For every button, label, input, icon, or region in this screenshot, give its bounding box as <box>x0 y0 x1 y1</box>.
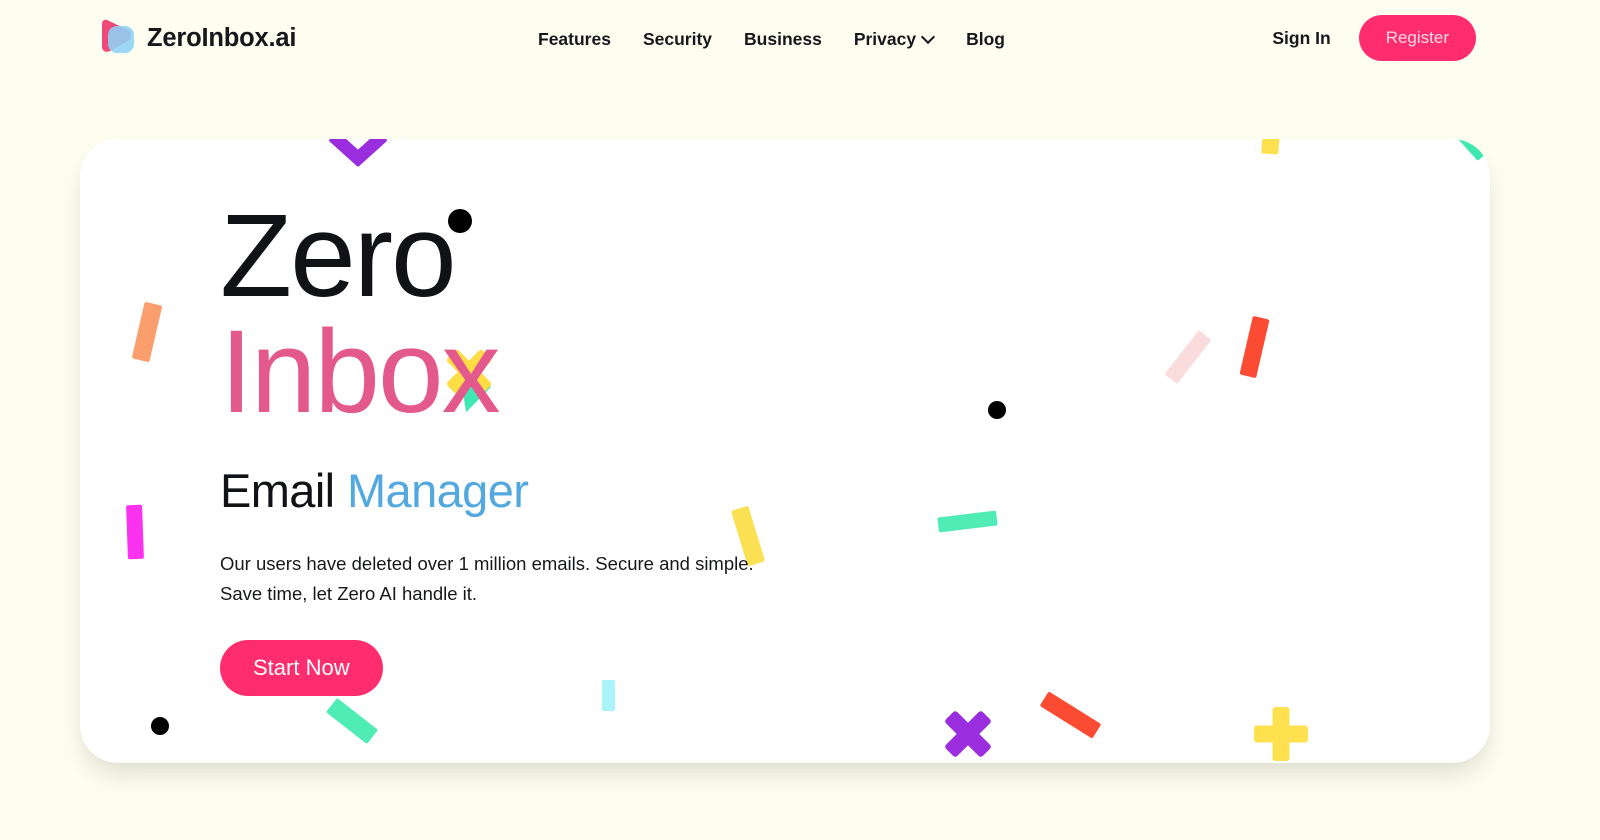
nav-item-blog[interactable]: Blog <box>950 25 1021 53</box>
nav-item-security[interactable]: Security <box>627 25 728 53</box>
pale-pink-bar-right <box>1164 330 1212 384</box>
orange-bar-left <box>131 301 163 363</box>
nav-item-business[interactable]: Business <box>728 25 838 53</box>
mint-bar-center <box>937 510 998 533</box>
register-button[interactable]: Register <box>1358 15 1476 61</box>
hero-description-line1: Our users have deleted over 1 million em… <box>220 553 754 575</box>
brand-name: ZeroInbox.ai <box>147 23 297 52</box>
zeroinbox-logo-icon <box>98 18 136 58</box>
start-now-button[interactable]: Start Now <box>220 640 383 696</box>
hero-inner: Zero Inbox Email Manager Our users have … <box>80 139 1490 763</box>
sign-in-link[interactable]: Sign In <box>1266 20 1336 57</box>
mint-bar-cta <box>325 697 379 745</box>
subtitle-plain: Email <box>220 464 335 518</box>
title-line-inbox: Inbox <box>220 305 501 438</box>
hero-description-line2: Save time, let Zero AI handle it. <box>220 583 478 605</box>
red-bar-right <box>1239 315 1270 379</box>
black-dot-bottom-left <box>151 717 169 735</box>
auth-actions: Sign In Register <box>1266 15 1476 61</box>
subtitle-accent: Manager <box>347 464 529 518</box>
black-dot-center <box>988 401 1006 419</box>
purple-cross-bottom <box>941 707 995 761</box>
main-nav: Features Security Business Privacy Blog <box>538 25 1021 53</box>
chevron-down-icon <box>923 32 934 43</box>
hero-text-block: Zero Inbox Email Manager Our users have … <box>220 190 940 696</box>
nav-label-privacy: Privacy <box>853 29 917 49</box>
purple-chevron-top <box>328 139 388 168</box>
yellow-plus-bottom <box>1253 706 1309 762</box>
teal-wedge-top-right <box>1455 139 1490 161</box>
site-header: ZeroInbox.ai Features Security Business … <box>0 0 1600 78</box>
nav-label-security: Security <box>642 29 713 49</box>
nav-label-business: Business <box>744 29 822 49</box>
brand-logo-link[interactable]: ZeroInbox.ai <box>98 18 296 58</box>
hero-description: Our users have deleted over 1 million em… <box>220 549 800 609</box>
nav-label-blog: Blog <box>966 29 1005 49</box>
nav-item-privacy[interactable]: Privacy <box>838 25 950 53</box>
nav-item-features[interactable]: Features <box>538 25 627 53</box>
page-title: Zero Inbox <box>220 190 940 438</box>
title-line-zero: Zero <box>220 190 457 322</box>
hero-card: Zero Inbox Email Manager Our users have … <box>80 139 1490 763</box>
yellow-bar-top-right <box>1261 139 1280 155</box>
hero-subtitle: Email Manager <box>220 466 940 516</box>
magenta-bar-left <box>126 504 144 560</box>
nav-label-features: Features <box>538 29 611 49</box>
red-bar-bottom <box>1039 691 1102 739</box>
